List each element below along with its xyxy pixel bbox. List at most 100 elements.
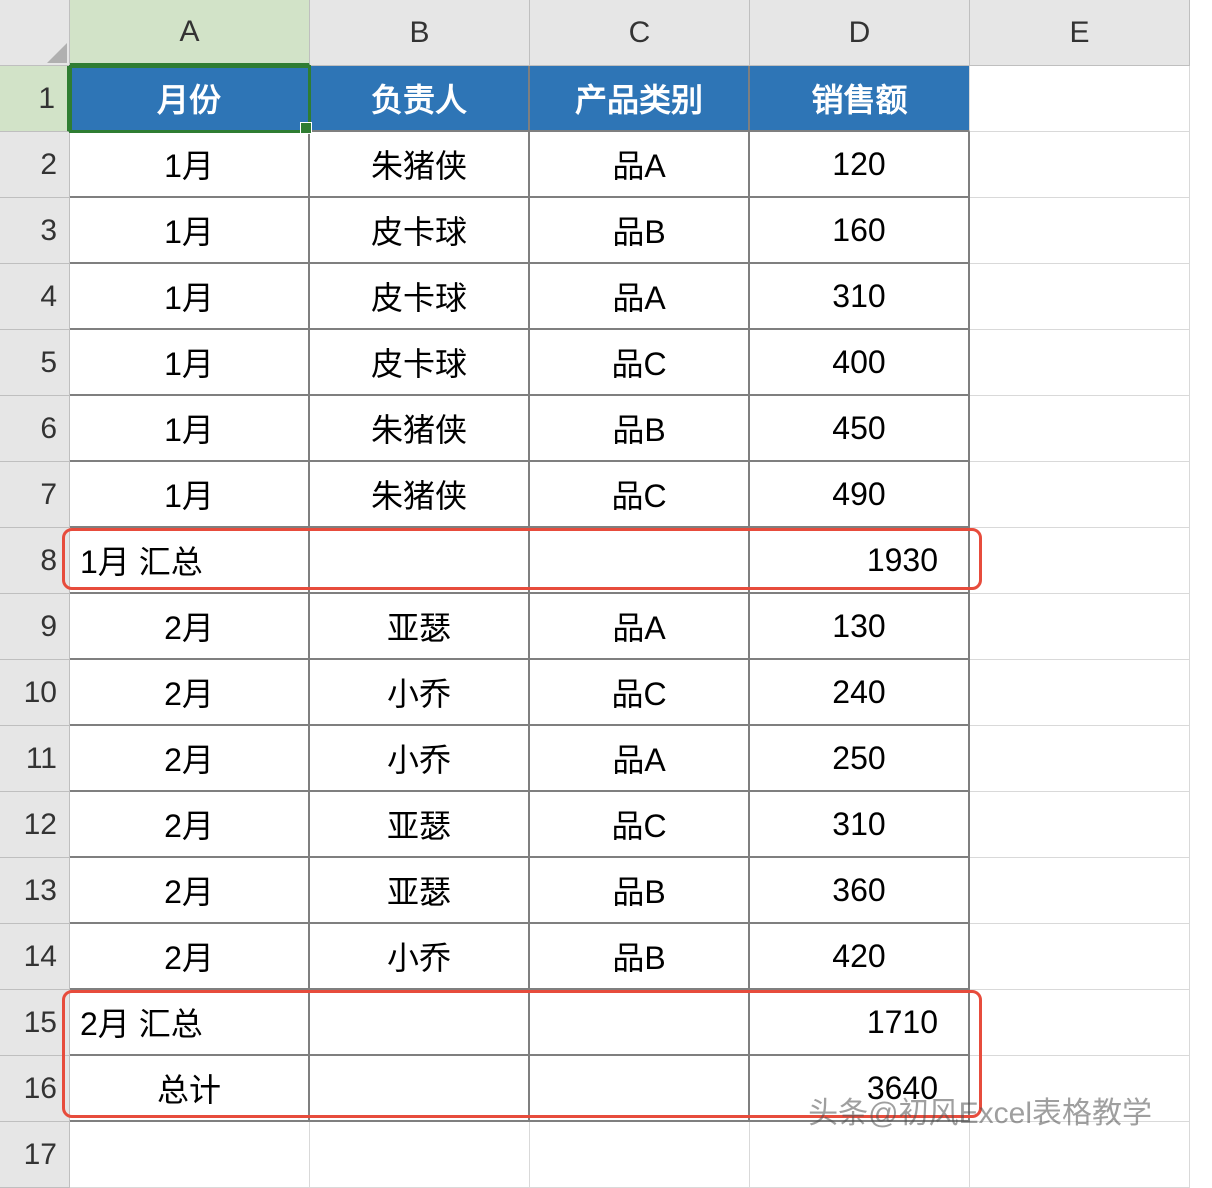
cell-D10[interactable]: 240 — [750, 660, 970, 726]
cell-D4[interactable]: 310 — [750, 264, 970, 330]
cell-E15[interactable] — [970, 990, 1190, 1056]
cell-D5[interactable]: 400 — [750, 330, 970, 396]
cell-B9[interactable]: 亚瑟 — [310, 594, 530, 660]
row-header-15[interactable]: 15 — [0, 990, 70, 1056]
cell-B4[interactable]: 皮卡球 — [310, 264, 530, 330]
cell-B17[interactable] — [310, 1122, 530, 1188]
cell-A8[interactable]: 1月 汇总 — [70, 528, 310, 594]
cell-D2[interactable]: 120 — [750, 132, 970, 198]
cell-E8[interactable] — [970, 528, 1190, 594]
cell-C4[interactable]: 品A — [530, 264, 750, 330]
col-header-B[interactable]: B — [310, 0, 530, 66]
cell-B15[interactable] — [310, 990, 530, 1056]
cell-E7[interactable] — [970, 462, 1190, 528]
col-header-D[interactable]: D — [750, 0, 970, 66]
cell-B10[interactable]: 小乔 — [310, 660, 530, 726]
cell-B14[interactable]: 小乔 — [310, 924, 530, 990]
cell-E10[interactable] — [970, 660, 1190, 726]
cell-A16[interactable]: 总计 — [70, 1056, 310, 1122]
cell-A9[interactable]: 2月 — [70, 594, 310, 660]
cell-A11[interactable]: 2月 — [70, 726, 310, 792]
cell-B12[interactable]: 亚瑟 — [310, 792, 530, 858]
cell-C2[interactable]: 品A — [530, 132, 750, 198]
cell-C9[interactable]: 品A — [530, 594, 750, 660]
row-header-14[interactable]: 14 — [0, 924, 70, 990]
cell-E6[interactable] — [970, 396, 1190, 462]
cell-B1[interactable]: 负责人 — [310, 66, 530, 132]
cell-D14[interactable]: 420 — [750, 924, 970, 990]
cell-D13[interactable]: 360 — [750, 858, 970, 924]
row-header-8[interactable]: 8 — [0, 528, 70, 594]
cell-A5[interactable]: 1月 — [70, 330, 310, 396]
cell-C10[interactable]: 品C — [530, 660, 750, 726]
cell-B8[interactable] — [310, 528, 530, 594]
cell-E9[interactable] — [970, 594, 1190, 660]
cell-A1[interactable]: 月份 — [70, 66, 310, 132]
row-header-7[interactable]: 7 — [0, 462, 70, 528]
cell-A6[interactable]: 1月 — [70, 396, 310, 462]
row-header-3[interactable]: 3 — [0, 198, 70, 264]
cell-A10[interactable]: 2月 — [70, 660, 310, 726]
cell-E12[interactable] — [970, 792, 1190, 858]
cell-C8[interactable] — [530, 528, 750, 594]
cell-B6[interactable]: 朱猪侠 — [310, 396, 530, 462]
cell-D3[interactable]: 160 — [750, 198, 970, 264]
cell-E1[interactable] — [970, 66, 1190, 132]
col-header-A[interactable]: A — [70, 0, 310, 66]
col-header-C[interactable]: C — [530, 0, 750, 66]
cell-C15[interactable] — [530, 990, 750, 1056]
cell-E2[interactable] — [970, 132, 1190, 198]
cell-C13[interactable]: 品B — [530, 858, 750, 924]
cell-B11[interactable]: 小乔 — [310, 726, 530, 792]
cell-B2[interactable]: 朱猪侠 — [310, 132, 530, 198]
row-header-4[interactable]: 4 — [0, 264, 70, 330]
spreadsheet-grid[interactable]: A B C D E 1 月份 负责人 产品类别 销售额 2 1月 朱猪侠 品A … — [0, 0, 1212, 1188]
cell-E5[interactable] — [970, 330, 1190, 396]
cell-A7[interactable]: 1月 — [70, 462, 310, 528]
row-header-11[interactable]: 11 — [0, 726, 70, 792]
cell-A14[interactable]: 2月 — [70, 924, 310, 990]
row-header-13[interactable]: 13 — [0, 858, 70, 924]
row-header-17[interactable]: 17 — [0, 1122, 70, 1188]
cell-A3[interactable]: 1月 — [70, 198, 310, 264]
cell-B13[interactable]: 亚瑟 — [310, 858, 530, 924]
cell-C3[interactable]: 品B — [530, 198, 750, 264]
cell-C1[interactable]: 产品类别 — [530, 66, 750, 132]
cell-B5[interactable]: 皮卡球 — [310, 330, 530, 396]
cell-A12[interactable]: 2月 — [70, 792, 310, 858]
select-all-corner[interactable] — [0, 0, 70, 66]
row-header-12[interactable]: 12 — [0, 792, 70, 858]
cell-C16[interactable] — [530, 1056, 750, 1122]
cell-D11[interactable]: 250 — [750, 726, 970, 792]
row-header-5[interactable]: 5 — [0, 330, 70, 396]
cell-A2[interactable]: 1月 — [70, 132, 310, 198]
cell-C12[interactable]: 品C — [530, 792, 750, 858]
col-header-E[interactable]: E — [970, 0, 1190, 66]
cell-A13[interactable]: 2月 — [70, 858, 310, 924]
row-header-1[interactable]: 1 — [0, 66, 70, 132]
cell-D9[interactable]: 130 — [750, 594, 970, 660]
row-header-2[interactable]: 2 — [0, 132, 70, 198]
cell-A15[interactable]: 2月 汇总 — [70, 990, 310, 1056]
row-header-16[interactable]: 16 — [0, 1056, 70, 1122]
cell-E3[interactable] — [970, 198, 1190, 264]
cell-C11[interactable]: 品A — [530, 726, 750, 792]
cell-A17[interactable] — [70, 1122, 310, 1188]
cell-B3[interactable]: 皮卡球 — [310, 198, 530, 264]
cell-C6[interactable]: 品B — [530, 396, 750, 462]
cell-D1[interactable]: 销售额 — [750, 66, 970, 132]
row-header-9[interactable]: 9 — [0, 594, 70, 660]
cell-E13[interactable] — [970, 858, 1190, 924]
cell-D8[interactable]: 1930 — [750, 528, 970, 594]
cell-C14[interactable]: 品B — [530, 924, 750, 990]
row-header-10[interactable]: 10 — [0, 660, 70, 726]
row-header-6[interactable]: 6 — [0, 396, 70, 462]
cell-C17[interactable] — [530, 1122, 750, 1188]
cell-D7[interactable]: 490 — [750, 462, 970, 528]
cell-A4[interactable]: 1月 — [70, 264, 310, 330]
cell-D15[interactable]: 1710 — [750, 990, 970, 1056]
cell-E4[interactable] — [970, 264, 1190, 330]
cell-D12[interactable]: 310 — [750, 792, 970, 858]
cell-C7[interactable]: 品C — [530, 462, 750, 528]
cell-E14[interactable] — [970, 924, 1190, 990]
